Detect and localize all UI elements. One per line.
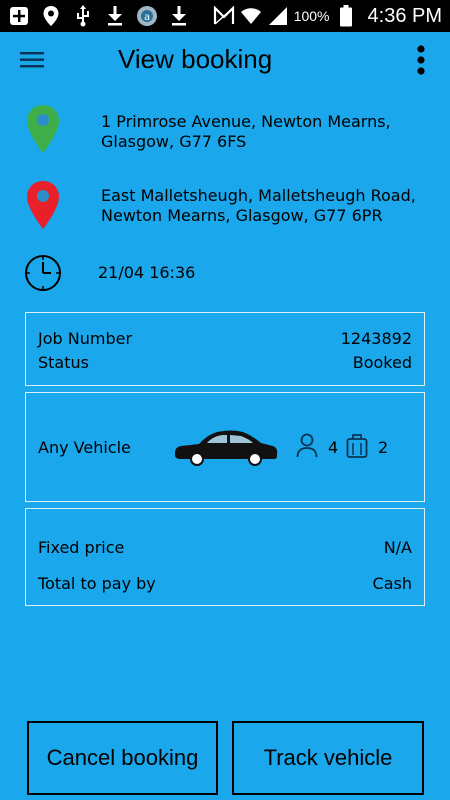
- job-number-label: Job Number: [38, 329, 133, 348]
- battery-icon: [335, 5, 357, 27]
- price-value: N/A: [383, 538, 412, 557]
- pickup-address: 1 Primrose Avenue, Newton Mearns, Glasgo…: [101, 112, 431, 152]
- pay-by-label: Total to pay by: [38, 574, 156, 593]
- job-info-card: Job Number 1243892 Status Booked: [25, 312, 425, 386]
- luggage-count: 2: [378, 438, 389, 457]
- price-label: Fixed price: [38, 538, 125, 557]
- pay-by-row: Total to pay by Cash: [38, 574, 412, 593]
- more-vertical-icon[interactable]: [410, 44, 432, 78]
- location-icon: [40, 5, 62, 27]
- pickup-row: 1 Primrose Avenue, Newton Mearns, Glasgo…: [0, 104, 450, 160]
- dropoff-address-line1: East Malletsheugh, Malletsheugh Road,: [101, 186, 416, 205]
- passenger-icon: [296, 433, 318, 459]
- system-icons: 100% 4:36 PM: [213, 0, 442, 32]
- vehicle-card: Any Vehicle 4 2: [25, 392, 425, 502]
- add-box-icon: [8, 5, 30, 27]
- app-bar: View booking: [0, 32, 450, 92]
- svg-text:a: a: [144, 12, 150, 23]
- pay-by-value: Cash: [372, 574, 412, 593]
- clock-time: 4:36 PM: [367, 4, 442, 27]
- status-label: Status: [38, 353, 89, 372]
- notification-icons: a: [8, 5, 190, 27]
- page-title: View booking: [118, 44, 273, 74]
- dropoff-row: East Malletsheugh, Malletsheugh Road, Ne…: [0, 180, 450, 230]
- pickup-pin-icon: [24, 104, 62, 154]
- payment-card: Fixed price N/A Total to pay by Cash: [25, 508, 425, 606]
- download-icon: [168, 5, 190, 27]
- pickup-time-row: 21/04 16:36: [0, 254, 450, 294]
- hamburger-menu-icon[interactable]: [20, 50, 50, 74]
- cancel-booking-button[interactable]: Cancel booking: [27, 721, 218, 795]
- nfc-icon: [213, 5, 235, 27]
- passenger-count: 4: [328, 438, 339, 457]
- app-notification-icon: a: [136, 5, 158, 27]
- job-number-value: 1243892: [340, 329, 412, 348]
- track-vehicle-button[interactable]: Track vehicle: [232, 721, 424, 795]
- pickup-time: 21/04 16:36: [98, 263, 196, 282]
- job-number-row: Job Number 1243892: [38, 329, 412, 348]
- car-icon: [173, 427, 279, 467]
- status-row: Status Booked: [38, 353, 412, 372]
- pickup-address-line2: Glasgow, G77 6FS: [101, 132, 247, 151]
- battery-percent: 100%: [293, 8, 330, 24]
- wifi-icon: [240, 5, 262, 27]
- price-row: Fixed price N/A: [38, 538, 412, 557]
- luggage-icon: [346, 433, 368, 459]
- clock-icon: [24, 254, 62, 292]
- signal-icon: [267, 5, 289, 27]
- dropoff-pin-icon: [24, 180, 62, 230]
- vehicle-type: Any Vehicle: [38, 438, 131, 457]
- status-value: Booked: [352, 353, 412, 372]
- download-icon: [104, 5, 126, 27]
- status-bar: a 100% 4:36 PM: [0, 0, 450, 32]
- dropoff-address-line2: Newton Mearns, Glasgow, G77 6PR: [101, 206, 383, 225]
- pickup-address-line1: 1 Primrose Avenue, Newton Mearns,: [101, 112, 391, 131]
- usb-icon: [72, 5, 94, 27]
- dropoff-address: East Malletsheugh, Malletsheugh Road, Ne…: [101, 186, 431, 226]
